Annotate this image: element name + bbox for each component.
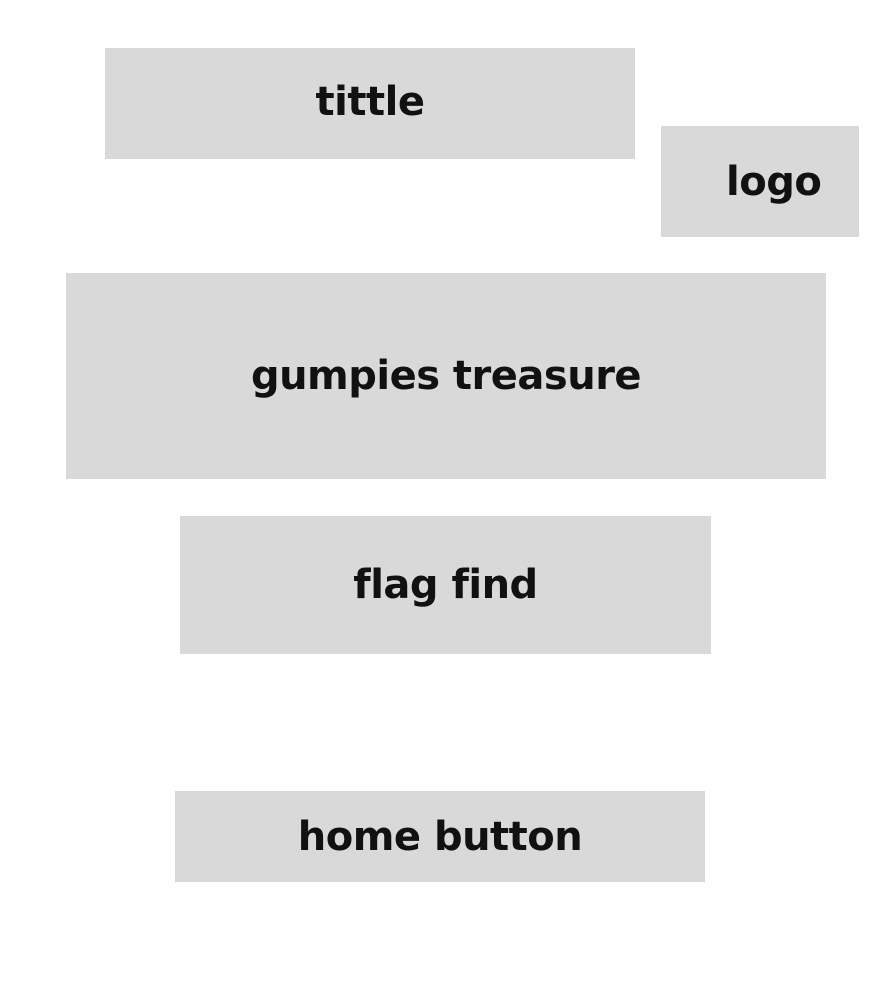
menu-item-label: gumpies treasure bbox=[250, 353, 642, 399]
menu-item-label: flag find bbox=[353, 562, 538, 608]
home-button-label: home button bbox=[297, 813, 583, 860]
home-button[interactable]: home button bbox=[175, 791, 705, 882]
page-title: tittle bbox=[105, 48, 635, 159]
page-title-text: tittle bbox=[315, 78, 425, 125]
logo: logo bbox=[661, 126, 859, 237]
menu-item-gumpies-treasure[interactable]: gumpies treasure bbox=[66, 273, 826, 479]
menu-item-flag-find[interactable]: flag find bbox=[180, 516, 711, 654]
logo-text: logo bbox=[726, 158, 822, 205]
